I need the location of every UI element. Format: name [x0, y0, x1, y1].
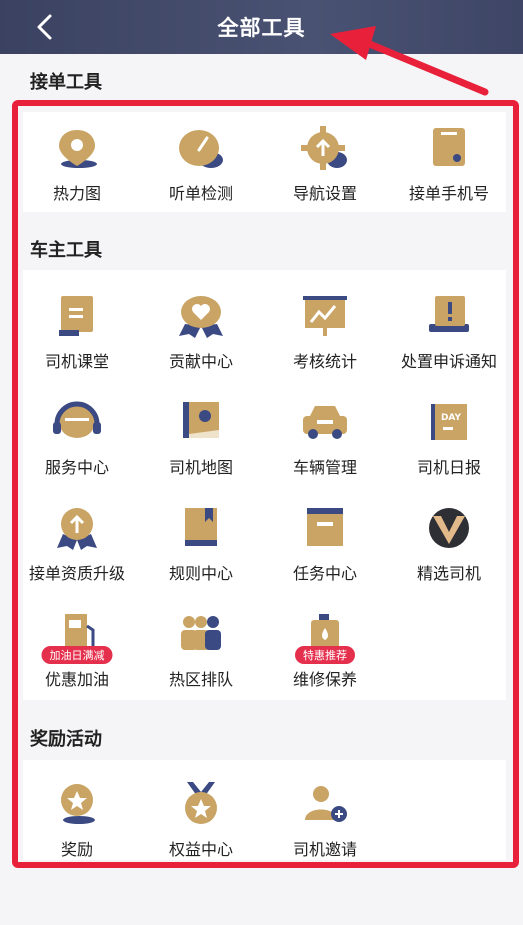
- page-title: 全部工具: [217, 16, 306, 40]
- headset-icon: [53, 401, 101, 438]
- tool-label: 维修保养: [292, 670, 357, 689]
- chevron-left-icon: [37, 14, 52, 40]
- task-folder-icon: [307, 508, 343, 546]
- people-queue-icon: [181, 616, 221, 650]
- promo-badge: 特惠推荐: [295, 646, 355, 664]
- gear-upload-icon: [301, 126, 347, 170]
- tool-label: 司机日报: [416, 458, 481, 477]
- rulebook-icon: [185, 508, 217, 546]
- top-bar: 全部工具: [0, 0, 523, 54]
- tool-label: 精选司机: [416, 564, 481, 583]
- star-medal-icon: [61, 784, 95, 824]
- panel-rewards: 奖励 权益中心 司机邀请: [23, 760, 506, 860]
- section-title-owner-tools: 车主工具: [30, 240, 102, 261]
- svg-text:DAY: DAY: [441, 413, 462, 423]
- tool-label: 司机邀请: [292, 840, 357, 859]
- tool-label: 接单手机号: [408, 184, 489, 203]
- promo-badge: 加油日满减: [41, 646, 113, 664]
- chart-board-icon: [303, 296, 347, 336]
- section-title-rewards: 奖励活动: [30, 729, 102, 750]
- back-button[interactable]: [30, 12, 60, 42]
- day-calendar-icon: DAY: [431, 404, 467, 440]
- upgrade-badge-icon: [57, 508, 97, 550]
- gauge-icon: [179, 130, 223, 168]
- v-logo-icon: [429, 508, 469, 548]
- section-title-order-tools: 接单工具: [30, 72, 102, 93]
- panel-order-tools: 热力图 听单检测 导航设置 接单手机号: [23, 112, 506, 212]
- tool-label: 处置申诉通知: [400, 352, 497, 371]
- book-icon: [59, 296, 93, 336]
- alert-message-icon: [429, 296, 469, 332]
- map-icon: [183, 402, 219, 438]
- panel-owner-tools: 司机课堂 贡献中心 考核统计 处置申诉通知 服务中心 司机地图 车辆管理 DAY…: [23, 270, 506, 700]
- car-icon: [303, 406, 347, 439]
- phone-box-icon: [433, 128, 465, 166]
- heart-badge-icon: [179, 296, 223, 338]
- star-ribbon-icon: [185, 782, 217, 824]
- location-pin-icon: [59, 130, 97, 168]
- invite-user-icon: [305, 786, 347, 822]
